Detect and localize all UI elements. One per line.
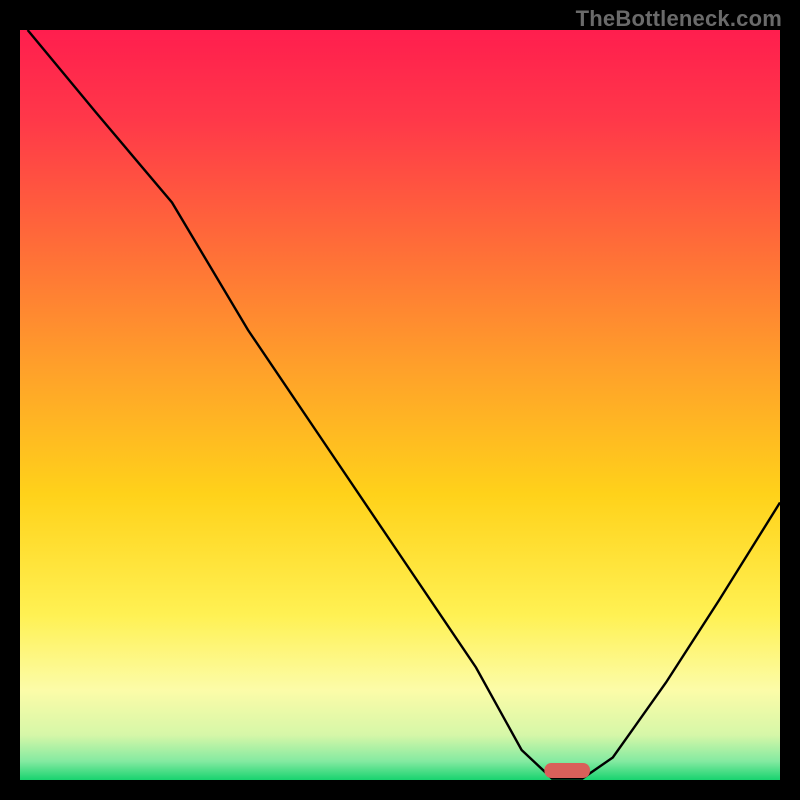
watermark-text: TheBottleneck.com <box>576 6 782 32</box>
gradient-background <box>20 30 780 780</box>
plot-area <box>20 30 780 780</box>
optimum-marker <box>544 763 590 778</box>
chart-container: TheBottleneck.com <box>0 0 800 800</box>
plot-svg <box>20 30 780 780</box>
